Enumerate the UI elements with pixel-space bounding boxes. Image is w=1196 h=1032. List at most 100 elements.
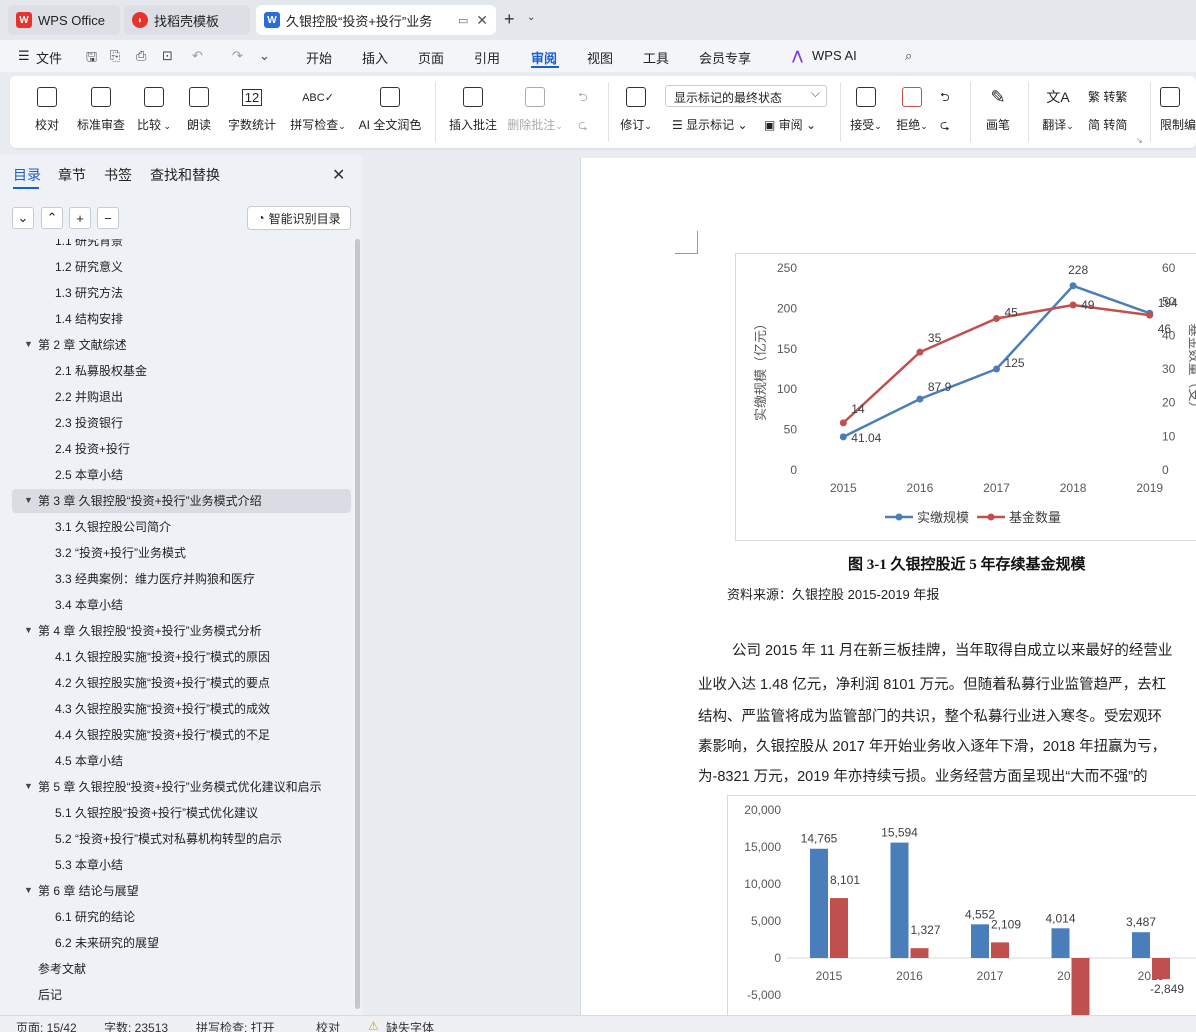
chevron-down-icon[interactable]: ⌄ bbox=[527, 12, 535, 23]
close-icon[interactable]: ✕ bbox=[332, 165, 345, 185]
toc-item[interactable]: 4.5 本章小结 bbox=[55, 749, 345, 773]
menu-tools[interactable]: 工具 bbox=[643, 48, 669, 67]
toc-item[interactable]: 5.1 久银控股“投资+投行”模式优化建议 bbox=[55, 801, 345, 825]
remove-heading-button[interactable]: − bbox=[97, 207, 119, 229]
reject-button[interactable]: 拒绝⌄ bbox=[892, 84, 932, 133]
scrollbar[interactable] bbox=[355, 239, 360, 1009]
prev-change-icon[interactable]: ⮌ bbox=[940, 88, 950, 109]
to-simplified-button[interactable]: 简 转简 bbox=[1088, 116, 1127, 133]
word-count-indicator[interactable]: 字数: 23513 bbox=[104, 1019, 168, 1032]
toc-item[interactable]: 后记 bbox=[38, 983, 62, 1007]
toc-item[interactable]: 2.2 并购退出 bbox=[55, 385, 345, 409]
new-tab-icon[interactable]: + bbox=[504, 9, 515, 30]
toc-chapter[interactable]: 第 3 章 久银控股“投资+投行”业务模式介绍 bbox=[38, 489, 348, 513]
show-markup-button[interactable]: ☰ 显示标记 ⌄ bbox=[672, 116, 748, 133]
review-pane-button[interactable]: ▣ 审阅 ⌄ bbox=[764, 116, 816, 133]
menu-file[interactable]: 文件 bbox=[36, 48, 62, 67]
tab-bookmarks[interactable]: 书签 bbox=[104, 165, 132, 185]
proofread-button[interactable]: 校对 bbox=[30, 84, 64, 133]
toc-item[interactable]: 5.3 本章小结 bbox=[55, 853, 345, 877]
menu-start[interactable]: 开始 bbox=[306, 48, 332, 67]
to-traditional-button[interactable]: 繁 转繁 bbox=[1088, 88, 1127, 105]
more-chevron-icon[interactable]: ⌄ bbox=[259, 48, 270, 64]
hamburger-icon[interactable]: ☰ bbox=[18, 48, 30, 64]
toc-chapter[interactable]: 第 6 章 结论与展望 bbox=[38, 879, 348, 903]
missing-font-indicator[interactable]: 缺失字体 bbox=[386, 1019, 434, 1032]
revise-button[interactable]: 修订⌄ bbox=[616, 84, 656, 133]
toc-item[interactable]: 3.1 久银控股公司简介 bbox=[55, 515, 345, 539]
expand-triangle-icon[interactable]: ▼ bbox=[24, 625, 33, 635]
smart-toc-button[interactable]: ◔ 智能识别目录 bbox=[247, 206, 351, 230]
tab-toc[interactable]: 目录 bbox=[13, 165, 41, 185]
close-icon[interactable]: ✕ bbox=[476, 12, 488, 29]
restrict-edit-button[interactable]: 限制编 bbox=[1160, 84, 1196, 133]
spell-check-indicator[interactable]: 拼写检查: 打开 bbox=[196, 1019, 275, 1032]
standard-review-button[interactable]: 标准审查 bbox=[74, 84, 128, 133]
toc-item[interactable]: 4.2 久银控股实施“投资+投行”模式的要点 bbox=[55, 671, 345, 695]
menu-page[interactable]: 页面 bbox=[418, 48, 444, 67]
toc-item[interactable]: 3.3 经典案例：维力医疗并购狼和医疗 bbox=[55, 567, 345, 591]
markup-select[interactable]: 显示标记的最终状态 bbox=[665, 85, 827, 107]
print-icon[interactable]: ⎙ bbox=[136, 48, 146, 64]
toc-item[interactable]: 参考文献 bbox=[38, 957, 86, 981]
tab-wps-office[interactable]: W WPS Office bbox=[8, 5, 120, 35]
expand-triangle-icon[interactable]: ▼ bbox=[24, 495, 33, 505]
toc-chapter[interactable]: 第 4 章 久银控股“投资+投行”业务模式分析 bbox=[38, 619, 348, 643]
toc-chapter[interactable]: 第 5 章 久银控股“投资+投行”业务模式优化建议和启示 bbox=[38, 775, 348, 799]
toc-item[interactable]: 1.1 研究背景 bbox=[55, 239, 345, 253]
toc-item[interactable]: 2.1 私募股权基金 bbox=[55, 359, 345, 383]
toc-item[interactable]: 2.4 投资+投行 bbox=[55, 437, 345, 461]
insert-comment-button[interactable]: 插入批注 bbox=[446, 84, 500, 133]
toc-item[interactable]: 2.3 投资银行 bbox=[55, 411, 345, 435]
toc-item[interactable]: 1.3 研究方法 bbox=[55, 281, 345, 305]
expand-triangle-icon[interactable]: ▼ bbox=[24, 339, 33, 349]
toc-item[interactable]: 6.2 未来研究的展望 bbox=[55, 931, 345, 955]
undo-icon[interactable]: ↶ bbox=[192, 48, 203, 64]
expand-triangle-icon[interactable]: ▼ bbox=[24, 781, 33, 791]
toc-item[interactable]: 1.4 结构安排 bbox=[55, 307, 345, 331]
toc-item[interactable]: 2.5 本章小结 bbox=[55, 463, 345, 487]
ai-polish-button[interactable]: AI 全文润色 bbox=[356, 84, 424, 133]
tab-chapters[interactable]: 章节 bbox=[58, 165, 86, 185]
toc-item[interactable]: 4.1 久银控股实施“投资+投行”模式的原因 bbox=[55, 645, 345, 669]
print-preview-icon[interactable]: ⊡ bbox=[162, 48, 173, 64]
expand-triangle-icon[interactable]: ▼ bbox=[24, 885, 33, 895]
page-indicator[interactable]: 页面: 15/42 bbox=[16, 1019, 77, 1032]
add-heading-button[interactable]: + bbox=[69, 207, 91, 229]
next-change-icon[interactable]: ⮎ bbox=[940, 116, 950, 137]
tab-find-replace[interactable]: 查找和替换 bbox=[150, 165, 220, 185]
redo-icon[interactable]: ↷ bbox=[232, 48, 243, 64]
menu-view[interactable]: 视图 bbox=[587, 48, 613, 67]
collapse-all-button[interactable]: ⌄ bbox=[12, 207, 34, 229]
next-comment-icon[interactable]: ⮎ bbox=[578, 116, 588, 137]
translate-button[interactable]: 文A 翻译⌄ bbox=[1038, 84, 1078, 133]
export-icon[interactable]: ⎘ bbox=[110, 48, 120, 64]
spell-check-button[interactable]: ABC✓ 拼写检查⌄ bbox=[286, 84, 350, 133]
expand-up-button[interactable]: ⌃ bbox=[41, 207, 63, 229]
pen-button[interactable]: ✎ 画笔 bbox=[982, 84, 1014, 133]
tab-docer[interactable]: ◗ 找稻壳模板 bbox=[124, 5, 250, 35]
menu-review[interactable]: 审阅 bbox=[531, 48, 557, 67]
menu-member[interactable]: 会员专享 bbox=[699, 48, 751, 67]
toc-item[interactable]: 1.2 研究意义 bbox=[55, 255, 345, 279]
accept-button[interactable]: 接受⌄ bbox=[846, 84, 886, 133]
toc-item[interactable]: 3.2 “投资+投行”业务模式 bbox=[55, 541, 345, 565]
toc-item[interactable]: 3.4 本章小结 bbox=[55, 593, 345, 617]
word-count-button[interactable]: 12 字数统计 bbox=[226, 84, 278, 133]
toc-item[interactable]: 6.1 研究的结论 bbox=[55, 905, 345, 929]
read-aloud-button[interactable]: 朗读 bbox=[184, 84, 214, 133]
compare-button[interactable]: 比较 ⌄ bbox=[134, 84, 174, 133]
save-icon[interactable]: 🖫 bbox=[86, 48, 97, 70]
menu-wps-ai[interactable]: WPS AI bbox=[812, 48, 857, 63]
prev-comment-icon[interactable]: ⮌ bbox=[578, 88, 588, 109]
menu-reference[interactable]: 引用 bbox=[474, 48, 500, 67]
menu-insert[interactable]: 插入 bbox=[362, 48, 388, 67]
toc-item[interactable]: 4.3 久银控股实施“投资+投行”模式的成效 bbox=[55, 697, 345, 721]
delete-comment-button[interactable]: 删除批注⌄ bbox=[506, 84, 564, 133]
search-icon[interactable]: ⌕ bbox=[905, 48, 912, 64]
proof-indicator[interactable]: 校对 bbox=[316, 1019, 340, 1032]
toc-item[interactable]: 5.2 “投资+投行”模式对私募机构转型的启示 bbox=[55, 827, 345, 851]
toc-item[interactable]: 4.4 久银控股实施“投资+投行”模式的不足 bbox=[55, 723, 345, 747]
tab-document[interactable]: W 久银控股“投资+投行”业务 ▭ ✕ bbox=[256, 5, 496, 35]
toc-chapter[interactable]: 第 2 章 文献综述 bbox=[38, 333, 348, 357]
